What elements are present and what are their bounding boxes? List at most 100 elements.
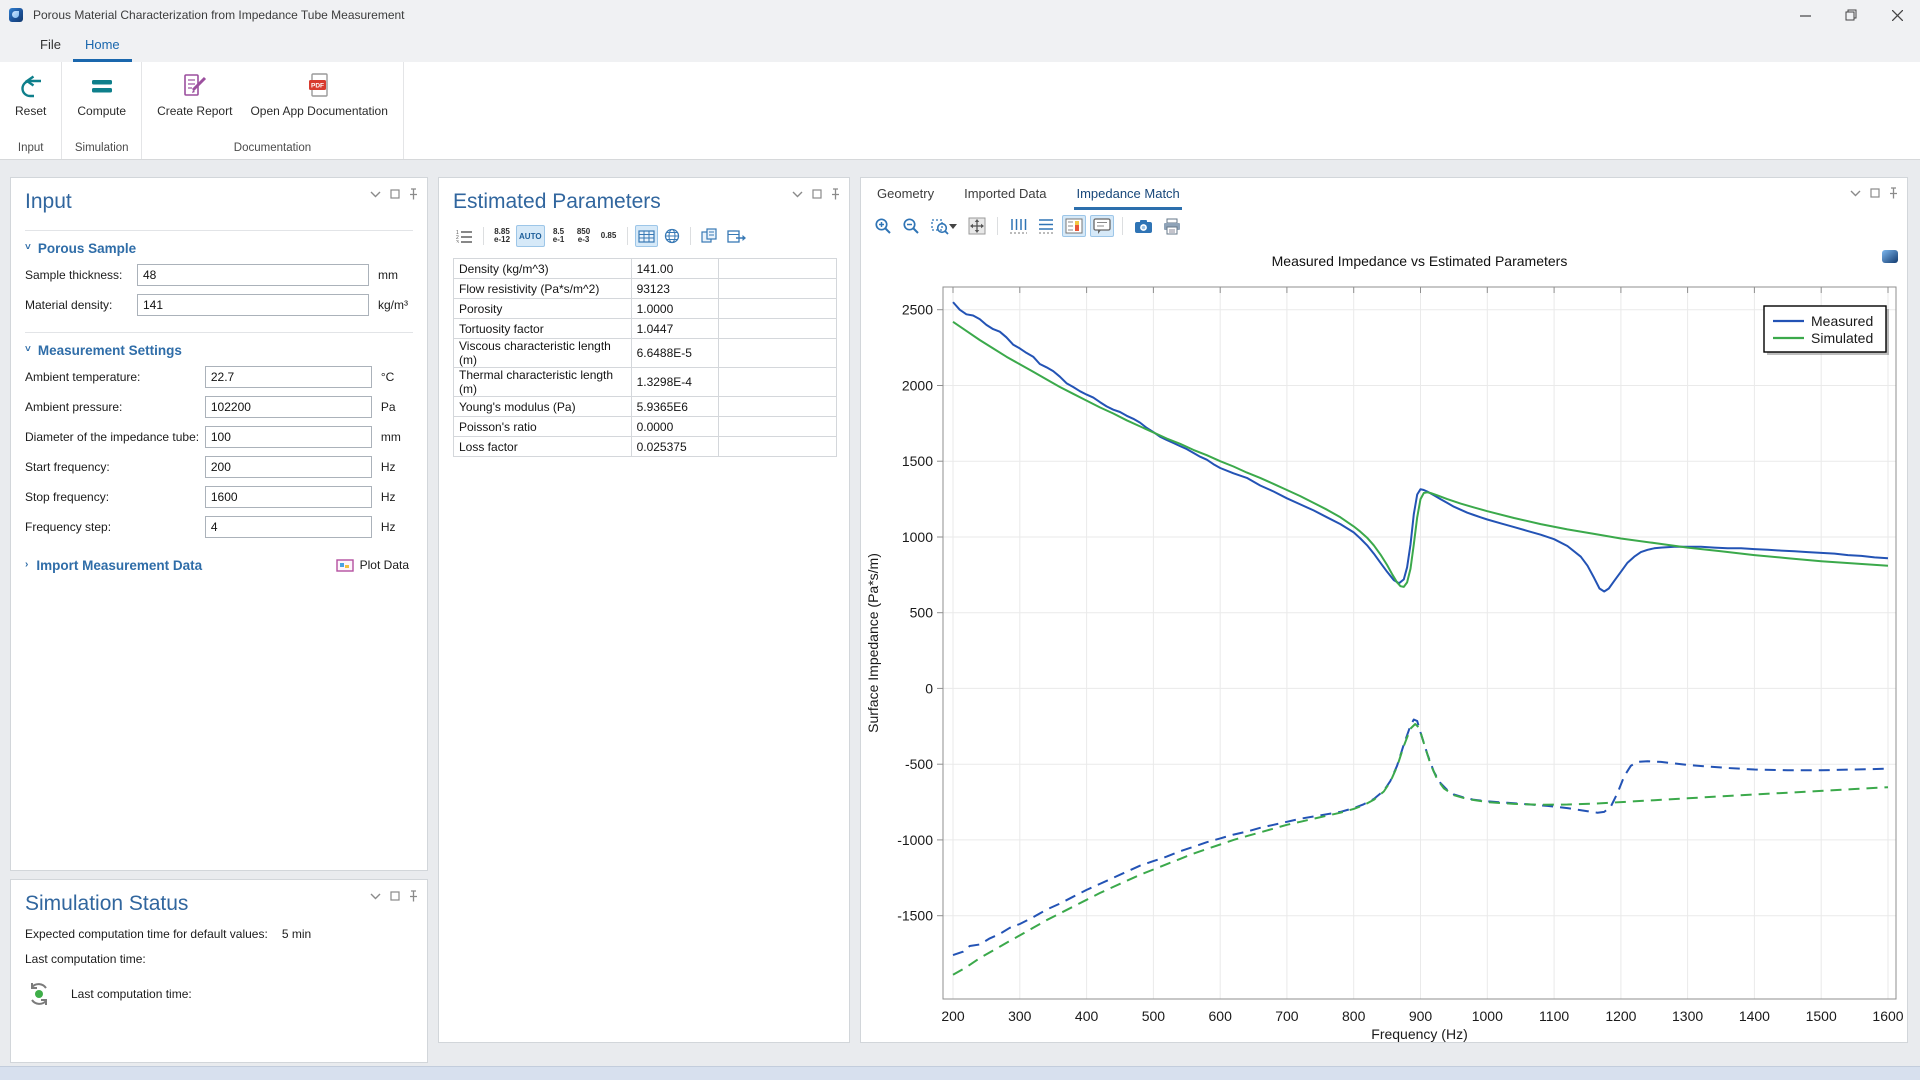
chevron-down-icon[interactable] <box>792 191 803 198</box>
param-extra[interactable] <box>719 437 837 457</box>
start-frequency-input[interactable] <box>205 456 372 478</box>
minimize-button[interactable] <box>1782 0 1828 30</box>
impedance-chart[interactable]: 2003004005006007008009001000110012001300… <box>861 242 1907 1042</box>
input-panel-title: Input <box>25 190 413 214</box>
plot-data-button[interactable]: Plot Data <box>332 556 413 574</box>
restore-button[interactable] <box>1828 0 1874 30</box>
param-extra[interactable] <box>719 339 837 368</box>
tube-diameter-input[interactable] <box>205 426 372 448</box>
estimated-parameters-title: Estimated Parameters <box>453 190 835 214</box>
param-extra[interactable] <box>719 397 837 417</box>
stop-frequency-input[interactable] <box>205 486 372 508</box>
tab-impedance-match[interactable]: Impedance Match <box>1074 180 1181 210</box>
param-value[interactable]: 6.6488E-5 <box>631 339 719 368</box>
section-measurement-settings[interactable]: ˅ Measurement Settings <box>25 332 413 358</box>
param-value[interactable]: 1.3298E-4 <box>631 368 719 397</box>
svg-text:2000: 2000 <box>902 378 933 394</box>
open-app-documentation-button[interactable]: PDF Open App Documentation <box>241 66 396 121</box>
pin-icon[interactable] <box>409 890 418 902</box>
export-table-icon[interactable] <box>724 225 750 247</box>
param-value[interactable]: 0.025375 <box>631 437 719 457</box>
chevron-down-icon: ˅ <box>25 344 31 355</box>
tube-diameter-label: Diameter of the impedance tube: <box>25 430 205 444</box>
maximize-panel-icon[interactable] <box>390 189 400 199</box>
pdf-icon: PDF <box>306 71 332 101</box>
simulation-status-title: Simulation Status <box>25 892 413 916</box>
param-value[interactable]: 5.9365E6 <box>631 397 719 417</box>
param-extra[interactable] <box>719 279 837 299</box>
format-scientific-button[interactable]: 8.85e-12 <box>491 225 513 247</box>
svg-text:PDF: PDF <box>311 83 324 90</box>
format-auto-button[interactable]: AUTO <box>516 225 545 247</box>
format-engineering-button[interactable]: 850e-3 <box>573 225 595 247</box>
sample-thickness-input[interactable] <box>137 264 369 286</box>
param-extra[interactable] <box>719 368 837 397</box>
create-report-button[interactable]: Create Report <box>148 66 241 121</box>
tab-geometry[interactable]: Geometry <box>875 180 936 210</box>
pin-icon[interactable] <box>831 188 840 200</box>
maximize-panel-icon[interactable] <box>812 189 822 199</box>
tooltip-toggle-icon[interactable] <box>1090 215 1114 237</box>
format-decimal-button[interactable]: 8.5e-1 <box>548 225 570 247</box>
import-measurement-data-label: Import Measurement Data <box>36 558 202 573</box>
param-name: Poisson's ratio <box>454 417 632 437</box>
table-row: Thermal characteristic length (m)1.3298E… <box>454 368 837 397</box>
y-grid-icon[interactable] <box>1034 215 1058 237</box>
zoom-in-icon[interactable] <box>871 215 895 237</box>
full-precision-icon[interactable] <box>661 225 683 247</box>
ribbon-group-simulation: Compute Simulation <box>62 62 142 159</box>
maximize-panel-icon[interactable] <box>390 891 400 901</box>
row-list-icon[interactable]: 123 <box>453 225 476 247</box>
param-value[interactable]: 141.00 <box>631 259 719 279</box>
dropdown-caret-icon <box>949 224 957 229</box>
svg-text:200: 200 <box>941 1008 965 1024</box>
param-value[interactable]: 1.0447 <box>631 319 719 339</box>
copy-table-icon[interactable] <box>698 225 721 247</box>
start-frequency-label: Start frequency: <box>25 460 205 474</box>
zoom-out-icon[interactable] <box>899 215 923 237</box>
section-porous-sample[interactable]: ˅ Porous Sample <box>25 230 413 256</box>
close-button[interactable] <box>1874 0 1920 30</box>
last-computation-label: Last computation time: <box>25 952 146 966</box>
tab-imported-data[interactable]: Imported Data <box>962 180 1048 210</box>
svg-text:1300: 1300 <box>1672 1008 1703 1024</box>
frequency-step-label: Frequency step: <box>25 520 205 534</box>
compute-button[interactable]: Compute <box>68 66 135 121</box>
param-extra[interactable] <box>719 319 837 339</box>
table-view-icon[interactable] <box>635 225 658 247</box>
menu-file[interactable]: File <box>28 31 73 62</box>
reset-button[interactable]: Reset <box>6 66 55 121</box>
import-measurement-data-section[interactable]: › Import Measurement Data <box>25 558 202 573</box>
svg-text:1400: 1400 <box>1739 1008 1770 1024</box>
param-extra[interactable] <box>719 417 837 437</box>
estimated-parameters-table: Density (kg/m^3)141.00 Flow resistivity … <box>453 258 837 457</box>
param-value[interactable]: 93123 <box>631 279 719 299</box>
sample-thickness-label: Sample thickness: <box>25 268 137 282</box>
menu-home[interactable]: Home <box>73 31 132 62</box>
zoom-extents-icon[interactable] <box>965 215 989 237</box>
material-density-input[interactable] <box>137 294 369 316</box>
legend-toggle-icon[interactable] <box>1062 215 1086 237</box>
chevron-down-icon[interactable] <box>370 191 381 198</box>
graphics-tabs: Geometry Imported Data Impedance Match <box>861 178 1907 210</box>
zoom-box-icon[interactable] <box>927 215 961 237</box>
snapshot-icon[interactable] <box>1131 215 1156 237</box>
unit-label: Hz <box>372 460 413 474</box>
param-value[interactable]: 0.0000 <box>631 417 719 437</box>
print-icon[interactable] <box>1160 215 1184 237</box>
ambient-pressure-input[interactable] <box>205 396 372 418</box>
table-row: Viscous characteristic length (m)6.6488E… <box>454 339 837 368</box>
chevron-down-icon[interactable] <box>370 893 381 900</box>
frequency-step-input[interactable] <box>205 516 372 538</box>
x-grid-icon[interactable] <box>1006 215 1030 237</box>
plot-data-icon <box>336 559 354 572</box>
param-extra[interactable] <box>719 259 837 279</box>
ambient-temperature-input[interactable] <box>205 366 372 388</box>
param-extra[interactable] <box>719 299 837 319</box>
svg-text:3: 3 <box>456 240 459 243</box>
param-value[interactable]: 1.0000 <box>631 299 719 319</box>
format-plain-button[interactable]: 0.85 <box>598 225 620 247</box>
reset-icon <box>17 71 45 101</box>
pin-icon[interactable] <box>409 188 418 200</box>
app-logo-icon <box>9 8 23 22</box>
